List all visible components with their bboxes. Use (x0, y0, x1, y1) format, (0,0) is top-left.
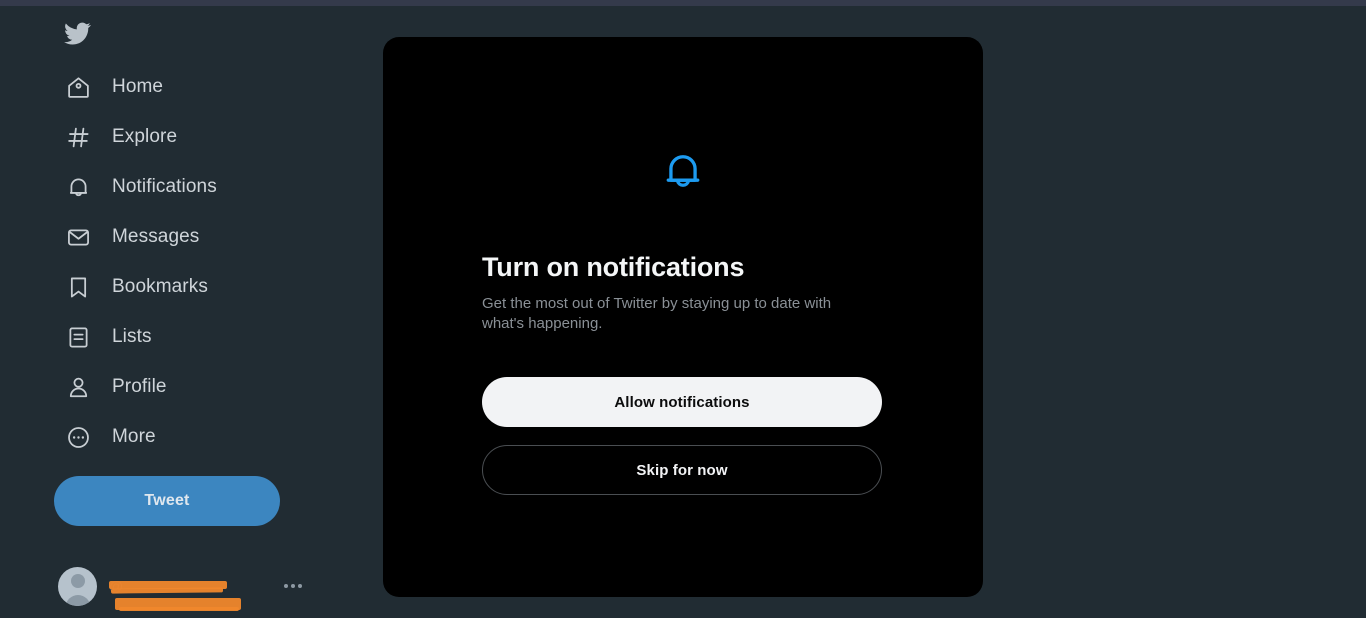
modal-title: Turn on notifications (482, 252, 745, 282)
sidebar-item-notifications[interactable]: Notifications (54, 162, 284, 212)
sidebar-item-home[interactable]: Home (54, 62, 284, 112)
sidebar-item-label: Messages (112, 226, 200, 247)
sidebar-item-label: Explore (112, 126, 178, 147)
bookmark-icon (64, 273, 92, 301)
person-icon (64, 373, 92, 401)
redaction-stroke (119, 607, 239, 611)
sidebar-item-bookmarks[interactable]: Bookmarks (54, 262, 284, 312)
avatar (58, 566, 97, 606)
bell-icon (64, 173, 92, 201)
tweet-button[interactable]: Tweet (54, 476, 280, 526)
sidebar-item-explore[interactable]: Explore (54, 112, 284, 162)
bell-outline-icon (662, 150, 704, 196)
sidebar-item-profile[interactable]: Profile (54, 362, 284, 412)
sidebar-item-label: Profile (112, 376, 167, 397)
modal-description: Get the most out of Twitter by staying u… (482, 295, 832, 332)
default-avatar-icon (70, 573, 85, 588)
primary-sidebar: Home Explore Notifications Messages Book… (0, 6, 330, 618)
sidebar-item-label: More (112, 426, 156, 447)
sidebar-item-more[interactable]: More (54, 412, 284, 462)
more-circle-icon (64, 423, 92, 451)
list-icon (64, 323, 92, 351)
account-handle: @ (109, 578, 124, 594)
twitter-logo-link[interactable] (54, 6, 330, 60)
sidebar-item-label: Bookmarks (112, 276, 208, 297)
notifications-permission-modal: Turn on notifications Get the most out o… (383, 37, 983, 597)
sidebar-item-label: Home (112, 76, 164, 97)
allow-notifications-button[interactable]: Allow notifications (482, 377, 882, 427)
sidebar-nav-list: Home Explore Notifications Messages Book… (54, 62, 330, 462)
account-switcher[interactable]: @ (58, 558, 308, 614)
sidebar-item-lists[interactable]: Lists (54, 312, 284, 362)
modal-bell-illustration (482, 150, 884, 196)
more-horizontal-icon[interactable] (284, 584, 308, 588)
envelope-icon (64, 223, 92, 251)
twitter-bird-icon (64, 20, 91, 47)
sidebar-item-messages[interactable]: Messages (54, 212, 284, 262)
sidebar-item-label: Lists (112, 326, 152, 347)
skip-for-now-button[interactable]: Skip for now (482, 445, 882, 495)
twitter-app-window: Home Explore Notifications Messages Book… (0, 0, 1366, 618)
redaction-stroke (115, 598, 241, 610)
hashtag-icon (64, 123, 92, 151)
home-icon (64, 73, 92, 101)
sidebar-item-label: Notifications (112, 176, 217, 197)
account-identity: @ (109, 577, 249, 611)
